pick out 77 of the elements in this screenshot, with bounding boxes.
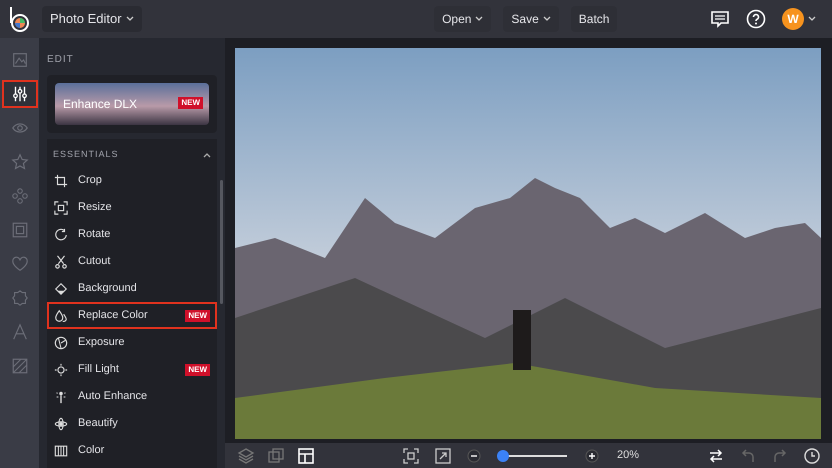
swap-icon[interactable] — [708, 448, 724, 464]
tool-item[interactable]: Exposure — [47, 329, 217, 356]
menu-button[interactable]: Open — [434, 6, 492, 32]
caret-icon — [542, 16, 551, 22]
fit-screen-icon[interactable] — [403, 448, 419, 464]
image-icon — [10, 51, 28, 69]
essentials-header[interactable]: ESSENTIALS — [47, 145, 217, 165]
new-badge: NEW — [185, 364, 210, 376]
tool-item[interactable]: Beautify — [47, 410, 217, 437]
wand-icon — [54, 390, 68, 404]
circles-icon — [10, 187, 28, 205]
tool-label: Crop — [78, 173, 103, 188]
rotate-icon — [54, 228, 68, 242]
tool-item[interactable]: Fill Light NEW — [47, 356, 217, 383]
tool-label: Background — [78, 281, 138, 296]
zoom-percentage: 20% — [617, 448, 640, 464]
heart-icon — [10, 255, 28, 273]
tool-label: Rotate — [78, 227, 112, 242]
resize-icon — [54, 200, 68, 214]
rail-tab[interactable] — [2, 80, 38, 108]
scrollbar[interactable] — [220, 180, 223, 304]
badge-icon — [10, 289, 28, 307]
diamond-icon — [54, 282, 68, 296]
enhance-dlx-banner[interactable]: Enhance DLX NEW — [55, 83, 209, 125]
help-icon[interactable] — [746, 9, 766, 29]
tool-item[interactable]: Resize — [47, 194, 217, 221]
history-icon[interactable] — [804, 448, 820, 464]
tool-label: Color — [78, 443, 106, 458]
new-badge: NEW — [185, 310, 210, 322]
promo-label: Enhance DLX — [63, 96, 138, 113]
scissors-icon — [54, 254, 68, 268]
atom-icon — [54, 416, 68, 430]
tool-label: Cutout — [78, 254, 112, 270]
tool-label: Beautify — [78, 416, 119, 432]
tool-item[interactable]: Replace Color NEW — [47, 302, 217, 329]
slider-thumb[interactable] — [497, 450, 510, 462]
layers-icon[interactable] — [237, 446, 255, 464]
redo-icon[interactable] — [772, 448, 788, 464]
sliders-icon — [10, 85, 28, 103]
caret-icon — [126, 16, 134, 22]
caret-icon — [475, 16, 484, 22]
aperture-icon — [54, 336, 68, 350]
new-badge: NEW — [178, 97, 203, 109]
menu-button[interactable]: Save — [503, 6, 559, 32]
logo-icon[interactable] — [8, 6, 30, 32]
tool-item[interactable]: Rotate — [47, 221, 217, 248]
tool-item[interactable]: Crop — [47, 167, 217, 194]
drops-icon — [54, 308, 68, 322]
undo-icon[interactable] — [740, 448, 756, 464]
tool-label: Replace Color — [78, 308, 149, 324]
zoom-in-icon[interactable] — [585, 448, 599, 462]
panel-heading: EDIT — [47, 53, 75, 67]
app-menu-button[interactable]: Photo Editor — [42, 6, 142, 32]
tool-label: Exposure — [78, 335, 126, 350]
avatar: W — [782, 8, 804, 30]
batch-button[interactable]: Batch — [570, 6, 618, 32]
tool-item[interactable]: Auto Enhance — [47, 383, 217, 410]
caret-icon — [808, 16, 816, 22]
bars-icon — [54, 444, 68, 458]
tool-label: Fill Light — [78, 362, 120, 378]
tool-label: Auto Enhance — [78, 389, 148, 404]
sun-icon — [54, 362, 68, 376]
text-icon — [10, 323, 28, 341]
texture-icon — [10, 357, 28, 375]
frame-icon — [10, 221, 28, 239]
layout-icon[interactable] — [297, 446, 315, 464]
chat-icon[interactable] — [710, 9, 730, 29]
tool-item[interactable]: Cutout — [47, 248, 217, 275]
expand-icon[interactable] — [435, 448, 451, 464]
star-icon — [10, 153, 28, 171]
crop-icon — [54, 174, 68, 188]
tool-label: Resize — [78, 200, 113, 216]
tool-item[interactable]: Color — [47, 437, 217, 464]
zoom-out-icon[interactable] — [467, 448, 481, 462]
overlap-squares-icon[interactable] — [267, 446, 285, 464]
section-title: ESSENTIALS — [53, 148, 119, 162]
tool-item[interactable]: Background — [47, 275, 217, 302]
